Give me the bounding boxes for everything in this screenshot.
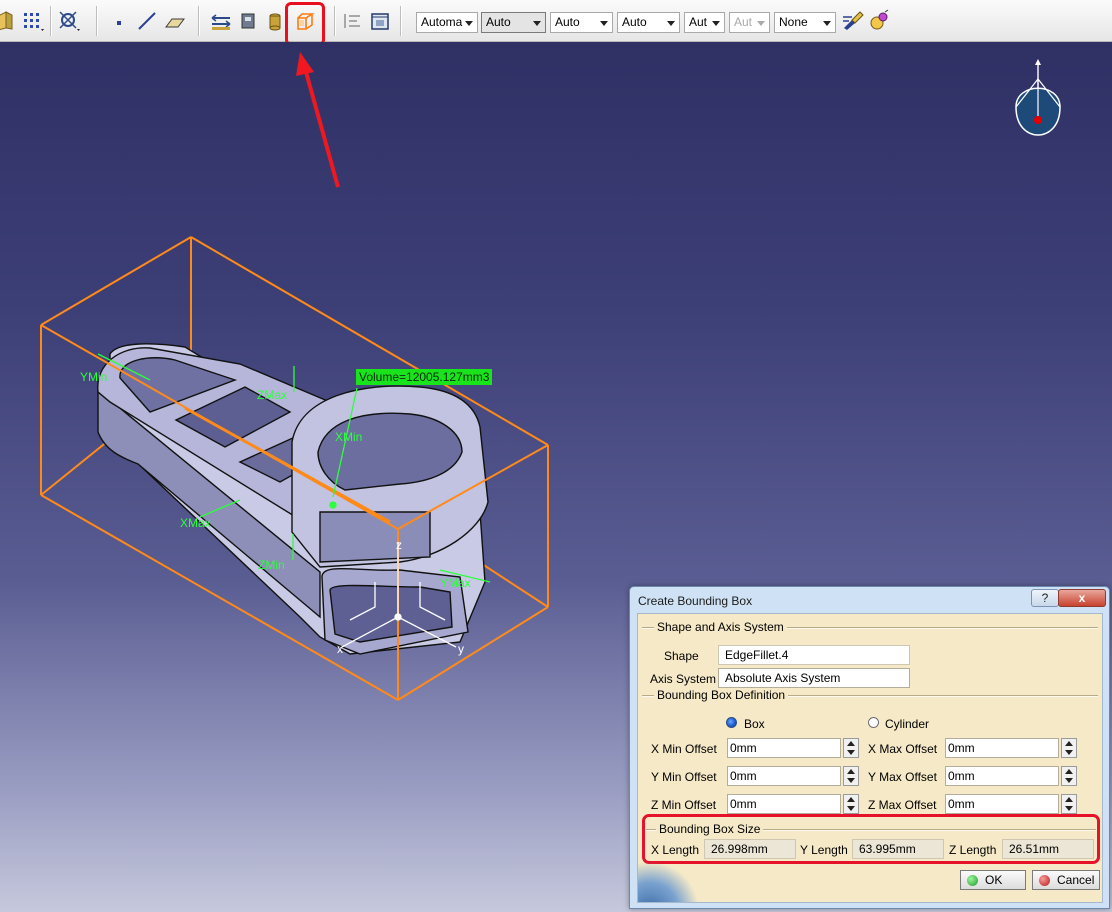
axis-z-label: z — [396, 538, 402, 552]
measure-item-icon[interactable] — [236, 8, 262, 34]
combo-value: None — [779, 15, 808, 29]
chevron-down-icon — [823, 21, 831, 26]
volume-label: Volume=12005.127mm3 — [356, 369, 493, 385]
z-min-offset-input[interactable]: 0mm — [727, 794, 841, 814]
dialog-body: Shape and Axis System Shape EdgeFillet.4… — [637, 613, 1103, 903]
chevron-down-icon — [667, 21, 675, 26]
compass-icon[interactable] — [1015, 59, 1061, 136]
y-max-offset-label: Y Max Offset — [868, 770, 937, 784]
toolbar-separator — [400, 6, 402, 36]
axis-system-field[interactable]: Absolute Axis System — [718, 668, 910, 688]
xmax-label: XMax — [180, 516, 211, 530]
z-max-offset-input[interactable]: 0mm — [945, 794, 1059, 814]
graphic-properties-icon[interactable] — [866, 8, 892, 34]
combo-value: Automa — [421, 15, 463, 29]
x-max-offset-label: X Max Offset — [868, 742, 938, 756]
point-icon[interactable] — [106, 8, 132, 34]
ymax-label: YMax — [440, 576, 471, 590]
x-min-offset-label: X Min Offset — [651, 742, 717, 756]
dialog-corner-decoration — [638, 860, 698, 902]
x-min-offset-input[interactable]: 0mm — [727, 738, 841, 758]
x-min-offset-spinner[interactable] — [843, 738, 859, 758]
dialog-title: Create Bounding Box — [638, 594, 753, 608]
definition-group-title: Bounding Box Definition — [654, 688, 789, 702]
view-cube-icon[interactable] — [0, 8, 20, 34]
z-max-offset-spinner[interactable] — [1061, 794, 1077, 814]
chevron-down-icon — [757, 21, 765, 26]
ok-button-label: OK — [985, 873, 1003, 887]
cylinder-radio[interactable] — [868, 717, 879, 728]
create-bounding-box-dialog: Create Bounding Box ? x Shape and Axis S… — [629, 586, 1110, 909]
red-pointer-arrow — [296, 52, 340, 188]
chevron-down-icon — [533, 21, 541, 26]
combo-value: Auto — [555, 15, 580, 29]
box-radio[interactable] — [726, 717, 737, 728]
linetype-combo[interactable]: Auto — [617, 12, 680, 33]
combo-value: Aut — [689, 15, 708, 29]
x-max-offset-input[interactable]: 0mm — [945, 738, 1059, 758]
grid-snap-icon[interactable] — [20, 8, 46, 34]
cancel-icon — [1039, 875, 1050, 886]
box-radio-label: Box — [744, 717, 765, 731]
layer-combo[interactable]: None — [774, 12, 836, 33]
ok-icon — [967, 875, 978, 886]
cancel-button-label: Cancel — [1057, 873, 1095, 887]
cancel-button[interactable]: Cancel — [1032, 870, 1100, 890]
top-toolbar: Automa Auto Auto Auto Aut Aut None — [0, 0, 1112, 46]
size-group-highlight — [642, 814, 1100, 864]
align-disabled-icon — [340, 8, 366, 34]
toolbar-separator — [50, 6, 52, 36]
axis-x-label: x — [337, 642, 343, 656]
line-icon[interactable] — [134, 8, 160, 34]
toolbar-separator — [96, 6, 98, 36]
point-symbol-combo[interactable]: Aut — [684, 12, 725, 33]
toolbar-separator — [198, 6, 200, 36]
z-min-offset-spinner[interactable] — [843, 794, 859, 814]
shape-group-title: Shape and Axis System — [654, 620, 787, 634]
chevron-down-icon — [465, 21, 473, 26]
axis-system-label: Axis System — [650, 672, 717, 686]
point-snap-icon[interactable] — [56, 8, 82, 34]
close-button[interactable]: x — [1058, 589, 1106, 607]
measure-between-icon[interactable] — [208, 8, 234, 34]
combo-value: Auto — [486, 15, 511, 29]
shape-field[interactable]: EdgeFillet.4 — [718, 645, 910, 665]
z-min-offset-label: Z Min Offset — [651, 798, 717, 812]
combo-value: Auto — [622, 15, 647, 29]
thickness-combo[interactable]: Auto — [550, 12, 613, 33]
y-max-offset-spinner[interactable] — [1061, 766, 1077, 786]
help-button[interactable]: ? — [1031, 589, 1059, 607]
y-min-offset-spinner[interactable] — [843, 766, 859, 786]
bounding-box-tool-highlight — [285, 2, 325, 46]
y-max-offset-input[interactable]: 0mm — [945, 766, 1059, 786]
ok-button[interactable]: OK — [960, 870, 1026, 890]
line-type-combo[interactable]: Automa — [416, 12, 478, 33]
shape-label: Shape — [664, 649, 699, 663]
zmax-label: ZMax — [257, 388, 287, 402]
z-max-offset-label: Z Max Offset — [868, 798, 937, 812]
y-min-offset-input[interactable]: 0mm — [727, 766, 841, 786]
chevron-down-icon — [712, 21, 720, 26]
frame-icon[interactable] — [367, 8, 393, 34]
plane-icon[interactable] — [162, 8, 188, 34]
toolbar-separator — [334, 6, 336, 36]
combo-value: Aut — [734, 15, 753, 29]
ymin-label: YMin — [80, 370, 108, 384]
render-style-combo: Aut — [729, 12, 770, 33]
format-painter-icon[interactable] — [840, 8, 866, 34]
zmin-label: ZMin — [258, 558, 285, 572]
axis-y-label: y — [458, 642, 464, 656]
color-combo[interactable]: Auto — [481, 12, 546, 33]
cylinder-radio-label: Cylinder — [885, 717, 930, 731]
x-max-offset-spinner[interactable] — [1061, 738, 1077, 758]
chevron-down-icon — [600, 21, 608, 26]
y-min-offset-label: Y Min Offset — [651, 770, 717, 784]
xmin-label: XMin — [335, 430, 363, 444]
